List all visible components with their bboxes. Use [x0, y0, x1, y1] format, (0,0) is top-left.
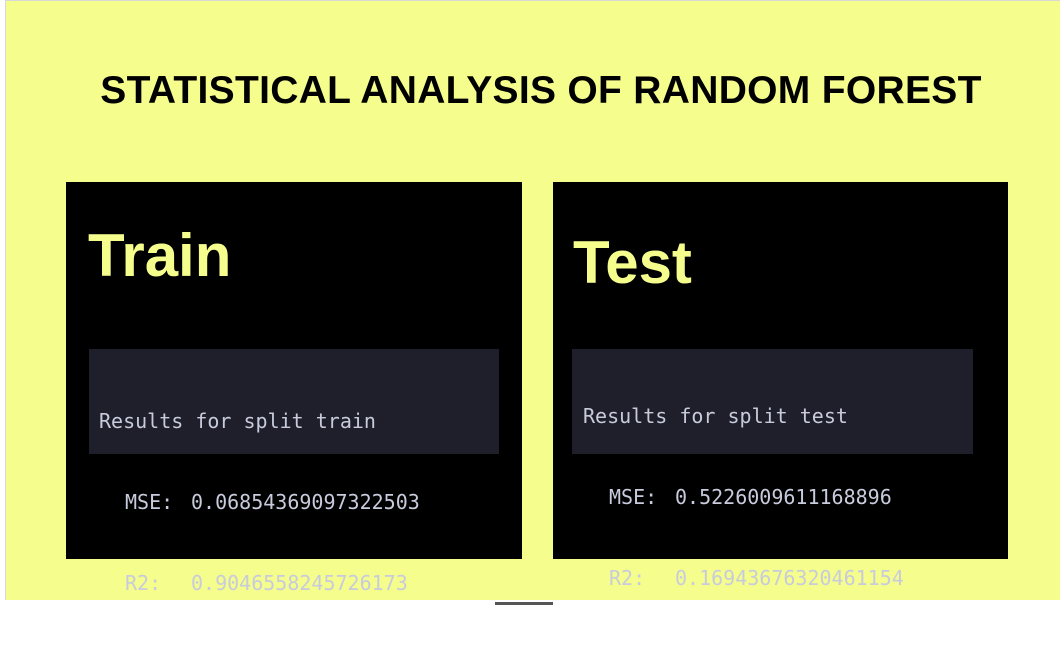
- train-panel: Train Results for split train MSE: 0.0685…: [66, 182, 522, 595]
- slide-title: STATISTICAL ANALYSIS OF RANDOM FOREST: [100, 69, 982, 112]
- train-r2-label: R2:: [125, 571, 162, 595]
- test-r2-row: R2: 0.16943676320461154: [583, 562, 973, 595]
- train-terminal-output: Results for split train MSE: 0.0685436909…: [89, 349, 499, 595]
- train-results-header: Results for split train: [99, 409, 376, 433]
- train-mse-label: MSE:: [125, 490, 174, 514]
- slide: STATISTICAL ANALYSIS OF RANDOM FOREST Tr…: [5, 0, 1060, 600]
- train-heading: Train: [88, 222, 232, 289]
- train-r2-value: 0.9046558245726173: [191, 571, 408, 595]
- test-mse-row: MSE: 0.5226009611168896: [583, 481, 973, 514]
- test-mse-label: MSE:: [609, 485, 658, 509]
- test-mse-value: 0.5226009611168896: [675, 485, 892, 509]
- test-results-header: Results for split test: [583, 404, 848, 428]
- test-r2-value: 0.16943676320461154: [675, 566, 904, 590]
- test-heading: Test: [573, 229, 692, 296]
- train-mse-row: MSE: 0.06854369097322503: [99, 486, 499, 519]
- test-panel: Test Results for split test MSE: 0.522600…: [553, 182, 1008, 590]
- test-r2-label: R2:: [609, 566, 646, 590]
- train-r2-row: R2: 0.9046558245726173: [99, 567, 499, 600]
- test-terminal-output: Results for split test MSE: 0.52260096111…: [572, 349, 973, 590]
- train-mse-value: 0.06854369097322503: [191, 490, 420, 514]
